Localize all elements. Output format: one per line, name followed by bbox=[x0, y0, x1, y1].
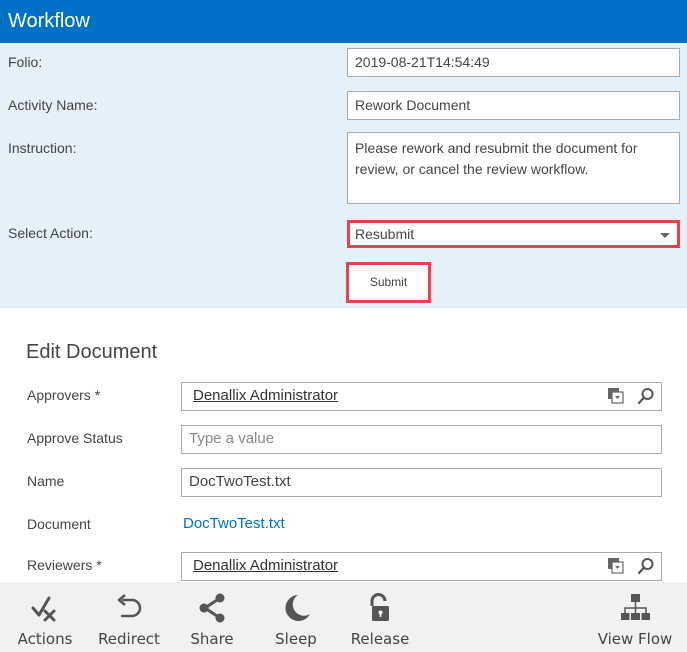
approvers-label: Approvers * bbox=[27, 387, 101, 403]
instruction-label: Instruction: bbox=[8, 140, 77, 156]
approvers-person[interactable]: Denallix Administrator bbox=[189, 387, 338, 404]
workflow-panel: Folio: 2019-08-21T14:54:49 Activity Name… bbox=[0, 43, 687, 308]
name-input[interactable]: DocTwoTest.txt bbox=[181, 468, 662, 497]
share-label: Share bbox=[190, 630, 234, 648]
search-icon[interactable] bbox=[637, 557, 655, 575]
reviewers-field[interactable]: Denallix Administrator bbox=[181, 552, 662, 581]
redirect-icon bbox=[117, 594, 142, 618]
actions-button[interactable]: Actions bbox=[12, 582, 78, 652]
redirect-label: Redirect bbox=[98, 630, 160, 648]
search-icon[interactable] bbox=[637, 387, 655, 405]
approve-status-input[interactable]: Type a value bbox=[181, 425, 662, 454]
approve-status-label: Approve Status bbox=[27, 430, 123, 446]
sleep-button[interactable]: Sleep bbox=[266, 582, 326, 652]
select-action-label: Select Action: bbox=[8, 225, 93, 241]
submit-button[interactable]: Submit bbox=[346, 262, 431, 303]
activity-name-field[interactable]: Rework Document bbox=[347, 91, 680, 120]
check-cross-icon bbox=[31, 596, 56, 622]
activity-name-label: Activity Name: bbox=[8, 97, 98, 113]
hierarchy-icon bbox=[621, 594, 650, 620]
workflow-header: Workflow bbox=[0, 0, 687, 43]
folio-label: Folio: bbox=[8, 54, 43, 70]
reviewers-person[interactable]: Denallix Administrator bbox=[189, 557, 338, 574]
approvers-field[interactable]: Denallix Administrator bbox=[181, 382, 662, 411]
reviewers-label: Reviewers * bbox=[27, 557, 102, 573]
redirect-button[interactable]: Redirect bbox=[95, 582, 163, 652]
sleep-label: Sleep bbox=[275, 630, 317, 648]
share-icon bbox=[199, 593, 225, 623]
release-button[interactable]: Release bbox=[348, 582, 412, 652]
view-flow-button[interactable]: View Flow bbox=[596, 582, 674, 652]
select-action-dropdown[interactable]: Resubmit bbox=[347, 220, 680, 248]
folio-field[interactable]: 2019-08-21T14:54:49 bbox=[347, 48, 680, 77]
document-link[interactable]: DocTwoTest.txt bbox=[183, 515, 285, 532]
moon-icon bbox=[285, 595, 310, 621]
name-label: Name bbox=[27, 473, 65, 489]
chevron-down-icon bbox=[660, 233, 670, 238]
select-action-value: Resubmit bbox=[355, 226, 415, 242]
address-book-icon[interactable] bbox=[607, 557, 625, 575]
edit-document-title: Edit Document bbox=[26, 341, 158, 363]
document-label: Document bbox=[27, 516, 91, 532]
view-flow-label: View Flow bbox=[597, 630, 673, 648]
address-book-icon[interactable] bbox=[607, 387, 625, 405]
actions-label: Actions bbox=[17, 630, 73, 648]
bottom-toolbar: Actions Redirect Share Sleep Release Vie… bbox=[0, 582, 687, 652]
unlock-icon bbox=[370, 593, 389, 621]
instruction-field[interactable]: Please rework and resubmit the document … bbox=[347, 132, 680, 204]
header-title: Workflow bbox=[8, 10, 90, 32]
share-button[interactable]: Share bbox=[182, 582, 242, 652]
release-label: Release bbox=[350, 630, 410, 648]
